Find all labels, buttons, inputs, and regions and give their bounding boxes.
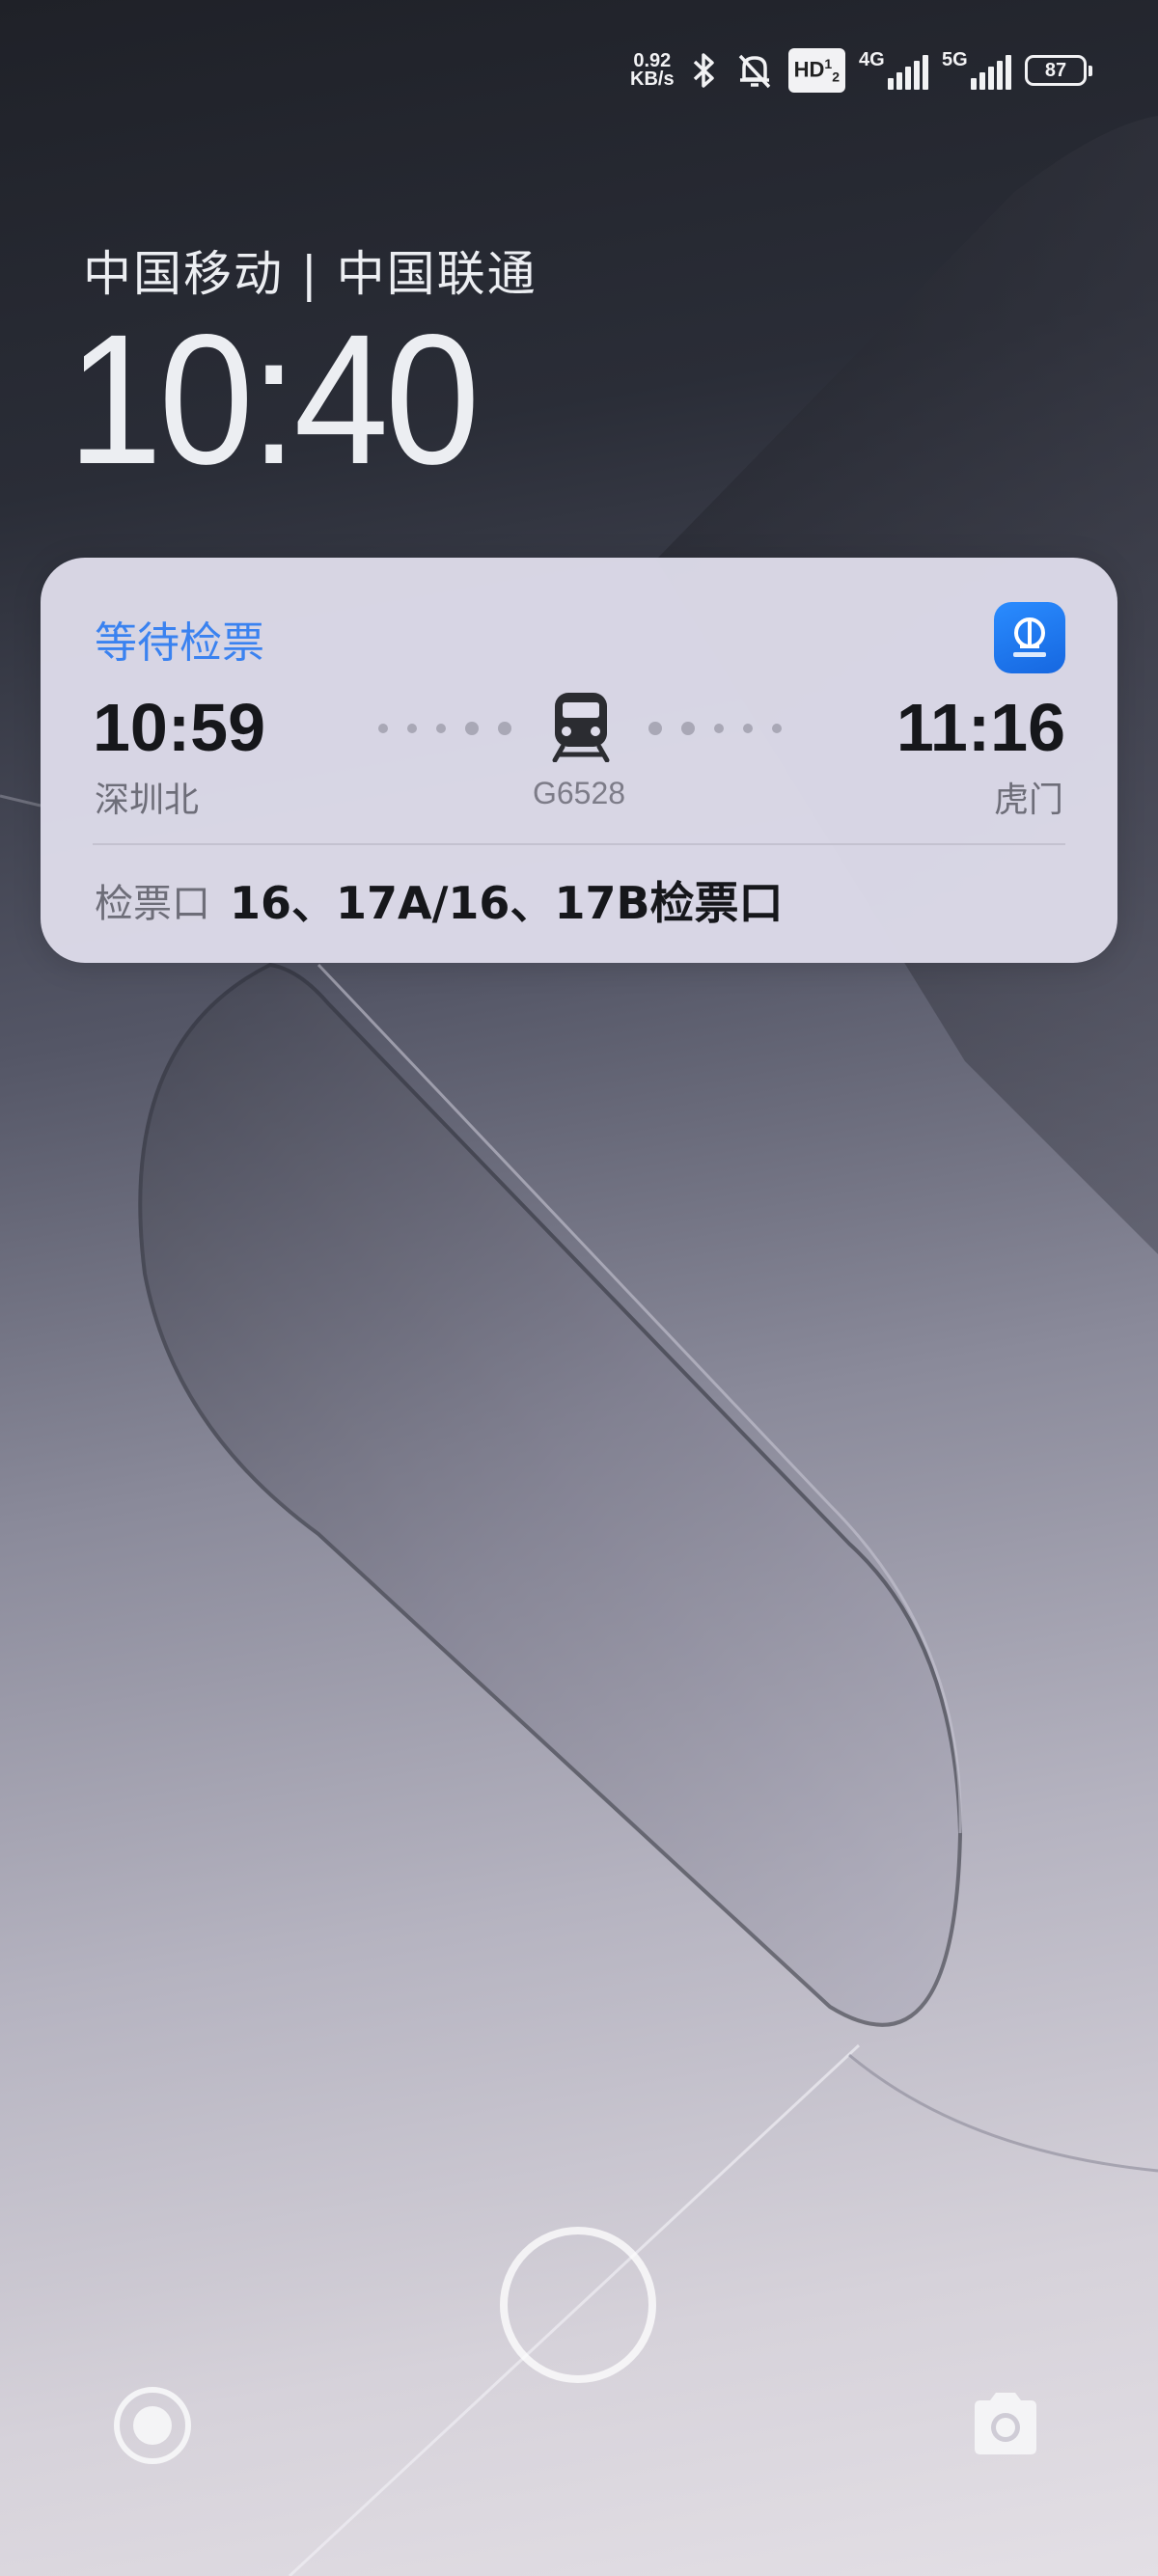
ticket-status: 等待检票 [95,618,264,668]
status-bar: 0.92 KB/s HD12 4G 5G 87 [630,46,1092,95]
hd-sim: 2 [832,69,840,85]
shortcut-circle-inner [133,2406,172,2445]
route-dots-right [648,722,782,735]
arrival-time: 11:16 [896,690,1065,765]
departure-time: 10:59 [93,690,266,765]
train-number: G6528 [532,776,626,810]
mute-bell-icon [738,54,770,89]
battery-icon: 87 [1025,55,1092,86]
route-dots-left [378,722,511,735]
train-ticket-notification[interactable]: 等待检票 10:59 深圳北 G6528 11:16 虎门 检票口 16、17A… [41,558,1117,963]
sim2-generation: 5G [942,49,968,70]
shortcut-circle-icon[interactable] [114,2387,191,2464]
railway-12306-icon [994,602,1065,673]
train-icon [552,693,610,762]
bluetooth-icon [693,53,714,88]
camera-icon[interactable] [967,2389,1044,2456]
battery-level: 87 [1044,59,1067,81]
lockscreen-clock: 10:40 [68,295,480,503]
unlock-ring[interactable] [500,2227,656,2383]
hd-voice-badge: HD12 [787,48,845,93]
sim1-generation: 4G [859,49,885,70]
hd-label: HD [793,57,825,82]
gate-label: 检票口 [95,882,210,926]
network-speed: 0.92 KB/s [630,51,675,90]
gate-value: 16、17A/16、17B检票口 [230,877,784,929]
arrival-station: 虎门 [993,781,1063,820]
sim2-signal: 5G [942,49,1011,90]
card-divider [93,843,1065,845]
sim1-signal: 4G [859,49,928,90]
network-speed-unit: KB/s [630,69,675,90]
